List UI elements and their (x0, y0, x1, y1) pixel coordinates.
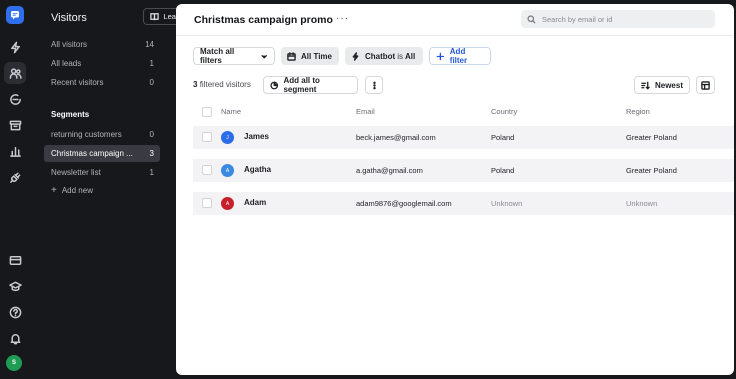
add-new-segment-button[interactable]: + Add new (51, 184, 93, 196)
visitor-email: a.gatha@gmail.com (356, 166, 423, 175)
sort-newest-button[interactable]: Newest (634, 76, 690, 94)
chatbot-filter-field: Chatbot (365, 51, 396, 61)
time-filter-chip[interactable]: All Time (281, 47, 339, 65)
calendar-icon (287, 51, 296, 61)
user-avatar[interactable]: S (6, 355, 22, 371)
more-options-icon[interactable]: ··· (336, 13, 349, 24)
table-row[interactable]: A Adam adam9876@googlemail.com Unknown U… (193, 192, 734, 215)
chat-icon[interactable] (4, 88, 26, 110)
time-filter-label: All Time (301, 51, 332, 61)
nav-item-count: 14 (145, 40, 154, 49)
add-filter-label: Add filter (449, 47, 468, 65)
nav-item-count: 0 (149, 78, 154, 87)
visitor-avatar: A (221, 164, 234, 177)
page-title: Christmas campaign promo (194, 14, 333, 26)
visitor-name: James (244, 132, 269, 141)
column-header-region[interactable]: Region (626, 107, 650, 116)
visitor-region: Unknown (626, 199, 658, 208)
more-actions-button[interactable] (365, 76, 383, 94)
select-all-checkbox[interactable] (202, 107, 212, 117)
visitor-country: Unknown (491, 199, 523, 208)
chart-icon[interactable] (4, 140, 26, 162)
match-filters-dropdown[interactable]: Match all filters (193, 47, 275, 65)
icon-rail: S (0, 0, 30, 379)
nav-item-all-leads[interactable]: All leads 1 (44, 55, 160, 72)
bolt-icon (352, 51, 359, 61)
segment-count: 1 (149, 168, 154, 177)
add-new-label: Add new (61, 186, 93, 195)
caret-down-icon (261, 54, 267, 58)
visitor-email: adam9876@googlemail.com (356, 199, 452, 208)
visitor-country: Poland (491, 166, 515, 175)
visitors-nav: Visitors Learn All visitors 14 All leads… (30, 0, 190, 379)
nav-item-count: 1 (149, 59, 154, 68)
segment-newsletter-list[interactable]: Newsletter list 1 (44, 164, 160, 181)
column-settings-button[interactable] (696, 76, 715, 94)
row-checkbox[interactable] (202, 132, 212, 142)
match-filters-label: Match all filters (200, 47, 235, 65)
add-all-to-segment-button[interactable]: Add all to segment (263, 76, 358, 94)
main-panel: Christmas campaign promo ··· Match all f… (176, 4, 734, 375)
card-icon[interactable] (4, 249, 26, 271)
app-logo-icon[interactable] (6, 6, 24, 24)
search-box (521, 10, 715, 28)
users-icon[interactable] (4, 62, 26, 84)
nav-title: Visitors (51, 12, 87, 24)
visitor-region: Greater Poland (626, 166, 677, 175)
plug-icon[interactable] (4, 166, 26, 188)
column-header-country[interactable]: Country (491, 107, 517, 116)
visitor-avatar: J (221, 131, 234, 144)
column-header-email[interactable]: Email (356, 107, 375, 116)
nav-item-all-visitors[interactable]: All visitors 14 (44, 36, 160, 53)
segment-icon (270, 81, 279, 89)
header-divider (176, 35, 734, 36)
chatbot-filter-operator: is (397, 51, 403, 61)
help-icon[interactable] (4, 301, 26, 323)
visitor-avatar: A (221, 197, 234, 210)
visitor-region: Greater Poland (626, 133, 677, 142)
nav-item-label: All leads (51, 59, 82, 68)
segment-returning-customers[interactable]: returning customers 0 (44, 126, 160, 143)
table-row[interactable]: A Agatha a.gatha@gmail.com Poland Greate… (193, 159, 734, 182)
search-icon (527, 14, 536, 24)
segment-count: 0 (149, 130, 154, 139)
filtered-count-label: filtered visitors (199, 80, 251, 89)
column-header-name[interactable]: Name (221, 107, 241, 116)
add-all-to-segment-label: Add all to segment (283, 76, 320, 94)
search-input[interactable] (542, 14, 702, 24)
graduation-icon[interactable] (4, 275, 26, 297)
columns-icon (701, 80, 710, 90)
row-checkbox[interactable] (202, 165, 212, 175)
segment-label: Newsletter list (51, 168, 101, 177)
filtered-visitors-count: 3 filtered visitors (193, 80, 251, 89)
visitor-email: beck.james@gmail.com (356, 133, 436, 142)
nav-item-recent-visitors[interactable]: Recent visitors 0 (44, 74, 160, 91)
row-checkbox[interactable] (202, 198, 212, 208)
filtered-count-number: 3 (193, 80, 198, 89)
segment-count: 3 (149, 149, 154, 158)
segment-label: Christmas campaign ... (51, 149, 133, 158)
segments-heading: Segments (51, 110, 90, 119)
visitor-country: Poland (491, 133, 515, 142)
visitor-name: Agatha (244, 165, 272, 174)
sort-label: Newest (654, 80, 683, 90)
segment-christmas-campaign[interactable]: Christmas campaign ... 3 (44, 145, 160, 162)
bolt-icon[interactable] (4, 36, 26, 58)
nav-item-label: Recent visitors (51, 78, 104, 87)
bell-icon[interactable] (4, 327, 26, 349)
chatbot-filter-value: All (405, 51, 416, 61)
segment-label: returning customers (51, 130, 122, 139)
table-row[interactable]: J James beck.james@gmail.com Poland Grea… (193, 126, 734, 149)
chatbot-filter-chip[interactable]: Chatbot is All (345, 47, 423, 65)
plus-icon (436, 52, 445, 60)
plus-icon: + (51, 184, 57, 196)
sort-icon (641, 81, 650, 89)
add-filter-button[interactable]: Add filter (429, 47, 491, 65)
kebab-icon (372, 81, 376, 89)
visitor-name: Adam (244, 198, 267, 207)
nav-item-label: All visitors (51, 40, 88, 49)
archive-icon[interactable] (4, 114, 26, 136)
